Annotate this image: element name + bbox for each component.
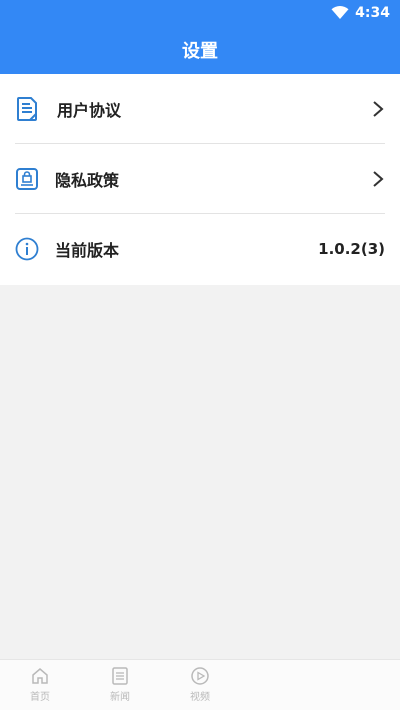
- page-title: 设置: [182, 40, 218, 62]
- tab-video[interactable]: 视频: [180, 666, 220, 706]
- home-icon: [32, 668, 48, 684]
- current-version-row: 当前版本 1.0.2(3): [15, 214, 385, 284]
- info-icon: [15, 236, 39, 262]
- user-agreement-label: 用户协议: [57, 100, 122, 120]
- status-bar: 4:34: [0, 0, 400, 25]
- header: 设置: [0, 25, 400, 74]
- document-icon: [15, 96, 39, 122]
- settings-menu: 用户协议 隐私政策 当前版本 1.0.2(3): [0, 74, 400, 285]
- status-time: 4:34: [355, 4, 390, 21]
- tab-news[interactable]: 新闻: [100, 666, 140, 706]
- bottom-tab-bar: 首页 新闻 视频: [0, 659, 400, 710]
- privacy-policy-label: 隐私政策: [55, 170, 120, 190]
- chevron-right-icon: [373, 100, 384, 117]
- news-icon: [112, 667, 128, 685]
- privacy-policy-row[interactable]: 隐私政策: [15, 144, 385, 214]
- tab-home[interactable]: 首页: [20, 666, 60, 706]
- wifi-icon: [331, 5, 349, 19]
- current-version-label: 当前版本: [55, 241, 120, 260]
- tab-video-label: 视频: [190, 692, 210, 703]
- version-value: 1.0.2(3): [318, 240, 385, 258]
- privacy-lock-icon: [15, 166, 39, 192]
- tab-news-label: 新闻: [110, 692, 130, 703]
- play-icon: [191, 667, 209, 685]
- tab-home-label: 首页: [30, 692, 50, 703]
- user-agreement-row[interactable]: 用户协议: [15, 74, 385, 144]
- chevron-right-icon: [373, 170, 384, 187]
